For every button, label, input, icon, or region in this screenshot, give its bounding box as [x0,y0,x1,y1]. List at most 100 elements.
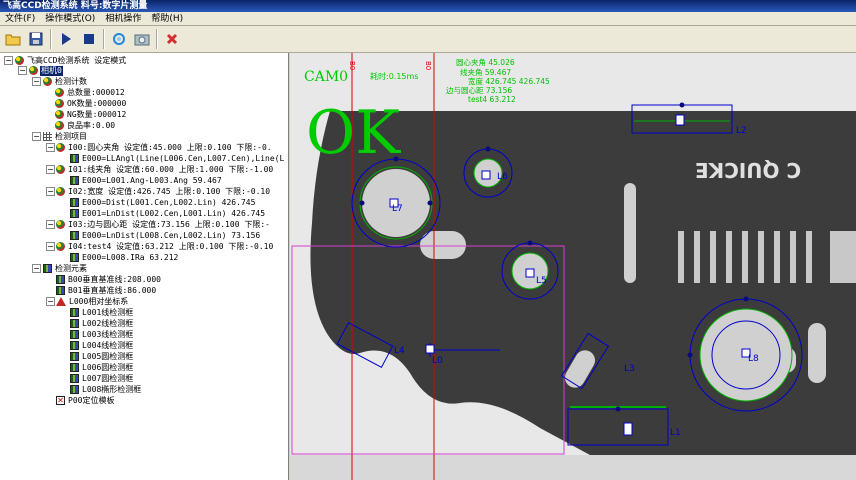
tree-expression[interactable]: E000=LnDist(L008.Cen,L002.Lin) 73.156 [70,230,261,241]
menu-camera[interactable]: 相机操作 [100,12,146,25]
tree-collapse-toggle[interactable]: − [32,264,41,273]
tree-items-group[interactable]: 检测项目 [43,131,88,142]
line-box-icon [70,308,79,317]
verdict-ok: OK [306,98,401,168]
tree-collapse-toggle[interactable]: − [18,66,27,75]
stop-icon[interactable] [79,29,99,49]
tree-elements-group[interactable]: 检测元素 [43,263,88,274]
inspection-tree[interactable]: − 飞高CCD检测系统 设定模式 − 相机0 − 检测计数 总数量:000012… [0,53,289,480]
toolbar [0,26,856,53]
template-icon: ✕ [56,396,65,405]
expression-icon [70,231,79,240]
menu-bar: 文件(F) 操作模式(O) 相机操作 帮助(H) [0,12,856,26]
ref-line-label: B0 [348,61,356,70]
camera-icon[interactable] [132,29,152,49]
measure-line: 圆心夹角 45.026 [456,57,515,67]
coordinate-icon [56,297,66,306]
roi-handle[interactable] [359,200,365,206]
center-marker [525,268,535,278]
tree-total-count[interactable]: 总数量:000012 [55,87,126,98]
tree-collapse-toggle[interactable]: − [32,132,41,141]
save-icon[interactable] [26,29,46,49]
item-icon [56,187,65,196]
refresh-icon[interactable] [109,29,129,49]
expression-icon [70,253,79,262]
tree-coord-l000[interactable]: L000相对坐标系 [56,296,129,307]
tree-expression[interactable]: E000=LLAngl(Line(L006.Cen,L007.Cen),Line… [70,153,285,164]
tree-count-group[interactable]: 检测计数 [43,76,88,87]
tree-collapse-toggle[interactable]: − [32,77,41,86]
roi-handle[interactable] [427,200,433,206]
tree-template-p00[interactable]: ✕ P00定位模板 [56,395,115,406]
menu-mode[interactable]: 操作模式(O) [40,12,100,25]
tree-collapse-toggle[interactable]: − [46,220,55,229]
tree-expression[interactable]: E001=LnDist(L002.Cen,L001.Lin) 426.745 [70,208,266,219]
tree-circle-l007[interactable]: L007圆检测框 [70,373,134,384]
open-folder-icon[interactable] [3,29,23,49]
run-icon[interactable] [56,29,76,49]
count-group-icon [43,77,52,86]
baseline-icon [56,286,65,295]
tree-expression[interactable]: E000=L001.Ang-L003.Ang 59.467 [70,175,223,186]
menu-file[interactable]: 文件(F) [0,12,40,25]
tree-collapse-toggle[interactable]: − [46,297,55,306]
roi-label-l4: L4 [394,346,405,356]
tree-item-i01[interactable]: I01:线夹角 设定值:60.000 上限:1.000 下限:-1.00 [56,164,274,175]
tree-baseline-b00[interactable]: B00垂直基准线:208.000 [56,274,162,285]
camera-image-view[interactable]: C QUICKE B0 B0 L2 L6 L7 L5 L4 L0 L3 L8 L… [290,53,856,480]
count-icon [55,121,64,130]
roi-handle[interactable] [743,296,749,302]
count-icon [55,99,64,108]
line-box-icon [70,330,79,339]
delete-icon[interactable] [162,29,182,49]
tree-expression[interactable]: E000=Dist(L001.Cen,L002.Lin) 426.745 [70,197,256,208]
tree-circle-l006[interactable]: L006圆检测框 [70,362,134,373]
roi-handle[interactable] [687,352,693,358]
tree-item-i04[interactable]: I04:test4 设定值:63.212 上限:0.100 下限:-0.10 [56,241,274,252]
tree-camera[interactable]: 相机0 [29,65,63,76]
roi-label-l1: L1 [670,428,681,438]
slot [624,183,636,283]
tree-ellipse-l008[interactable]: L008椭形检测框 [70,384,142,395]
tree-circle-l005[interactable]: L005圆检测框 [70,351,134,362]
tree-item-i03[interactable]: I03:边与圆心距 设定值:73.156 上限:0.100 下限:- [56,219,271,230]
tree-line-l004[interactable]: L004线检测框 [70,340,134,351]
roi-label-l7: L7 [392,204,403,214]
tree-line-l001[interactable]: L001线检测框 [70,307,134,318]
tree-yield[interactable]: 良品率:0.00 [55,120,116,131]
measure-line: 线夹角 59.467 [460,67,511,77]
toolbar-separator [156,29,158,49]
tree-line-l003[interactable]: L003线检测框 [70,329,134,340]
slot [830,231,856,283]
center-marker [481,170,491,180]
item-icon [56,165,65,174]
camera-label: CAM0 [304,69,348,85]
measure-line: test4 63.212 [468,95,516,104]
roi-handle[interactable] [679,102,685,108]
baseline-icon [56,275,65,284]
roi-label-l8: L8 [748,354,759,364]
tree-line-l002[interactable]: L002线检测框 [70,318,134,329]
slot [808,323,826,383]
roi-handle[interactable] [527,240,533,246]
tree-expression[interactable]: E000=L008.IRa 63.212 [70,252,179,263]
line-box-icon [70,319,79,328]
roi-handle[interactable] [485,146,491,152]
camera-image-canvas[interactable]: C QUICKE B0 B0 L2 L6 L7 L5 L4 L0 L3 L8 L… [290,53,856,480]
roi-handle[interactable] [615,406,621,412]
tree-item-i00[interactable]: I00:圆心夹角 设定值:45.000 上限:0.100 下限:-0. [56,142,273,153]
count-icon [55,88,64,97]
ellipse-box-icon [70,385,79,394]
tree-item-i02[interactable]: I02:宽度 设定值:426.745 上限:0.100 下限:-0.10 [56,186,271,197]
image-bottom-band [290,455,856,480]
tree-collapse-toggle[interactable]: − [46,143,55,152]
menu-help[interactable]: 帮助(H) [146,12,188,25]
tree-ok-count[interactable]: OK数量:000000 [55,98,127,109]
tree-collapse-toggle[interactable]: − [46,165,55,174]
tree-baseline-b01[interactable]: B01垂直基准线:86.000 [56,285,157,296]
tree-collapse-toggle[interactable]: − [46,187,55,196]
tree-ng-count[interactable]: NG数量:000012 [55,109,127,120]
tree-collapse-toggle[interactable]: − [46,242,55,251]
tree-collapse-toggle[interactable]: − [4,56,13,65]
measure-line: 宽度 426.745 426.745 [468,76,550,86]
